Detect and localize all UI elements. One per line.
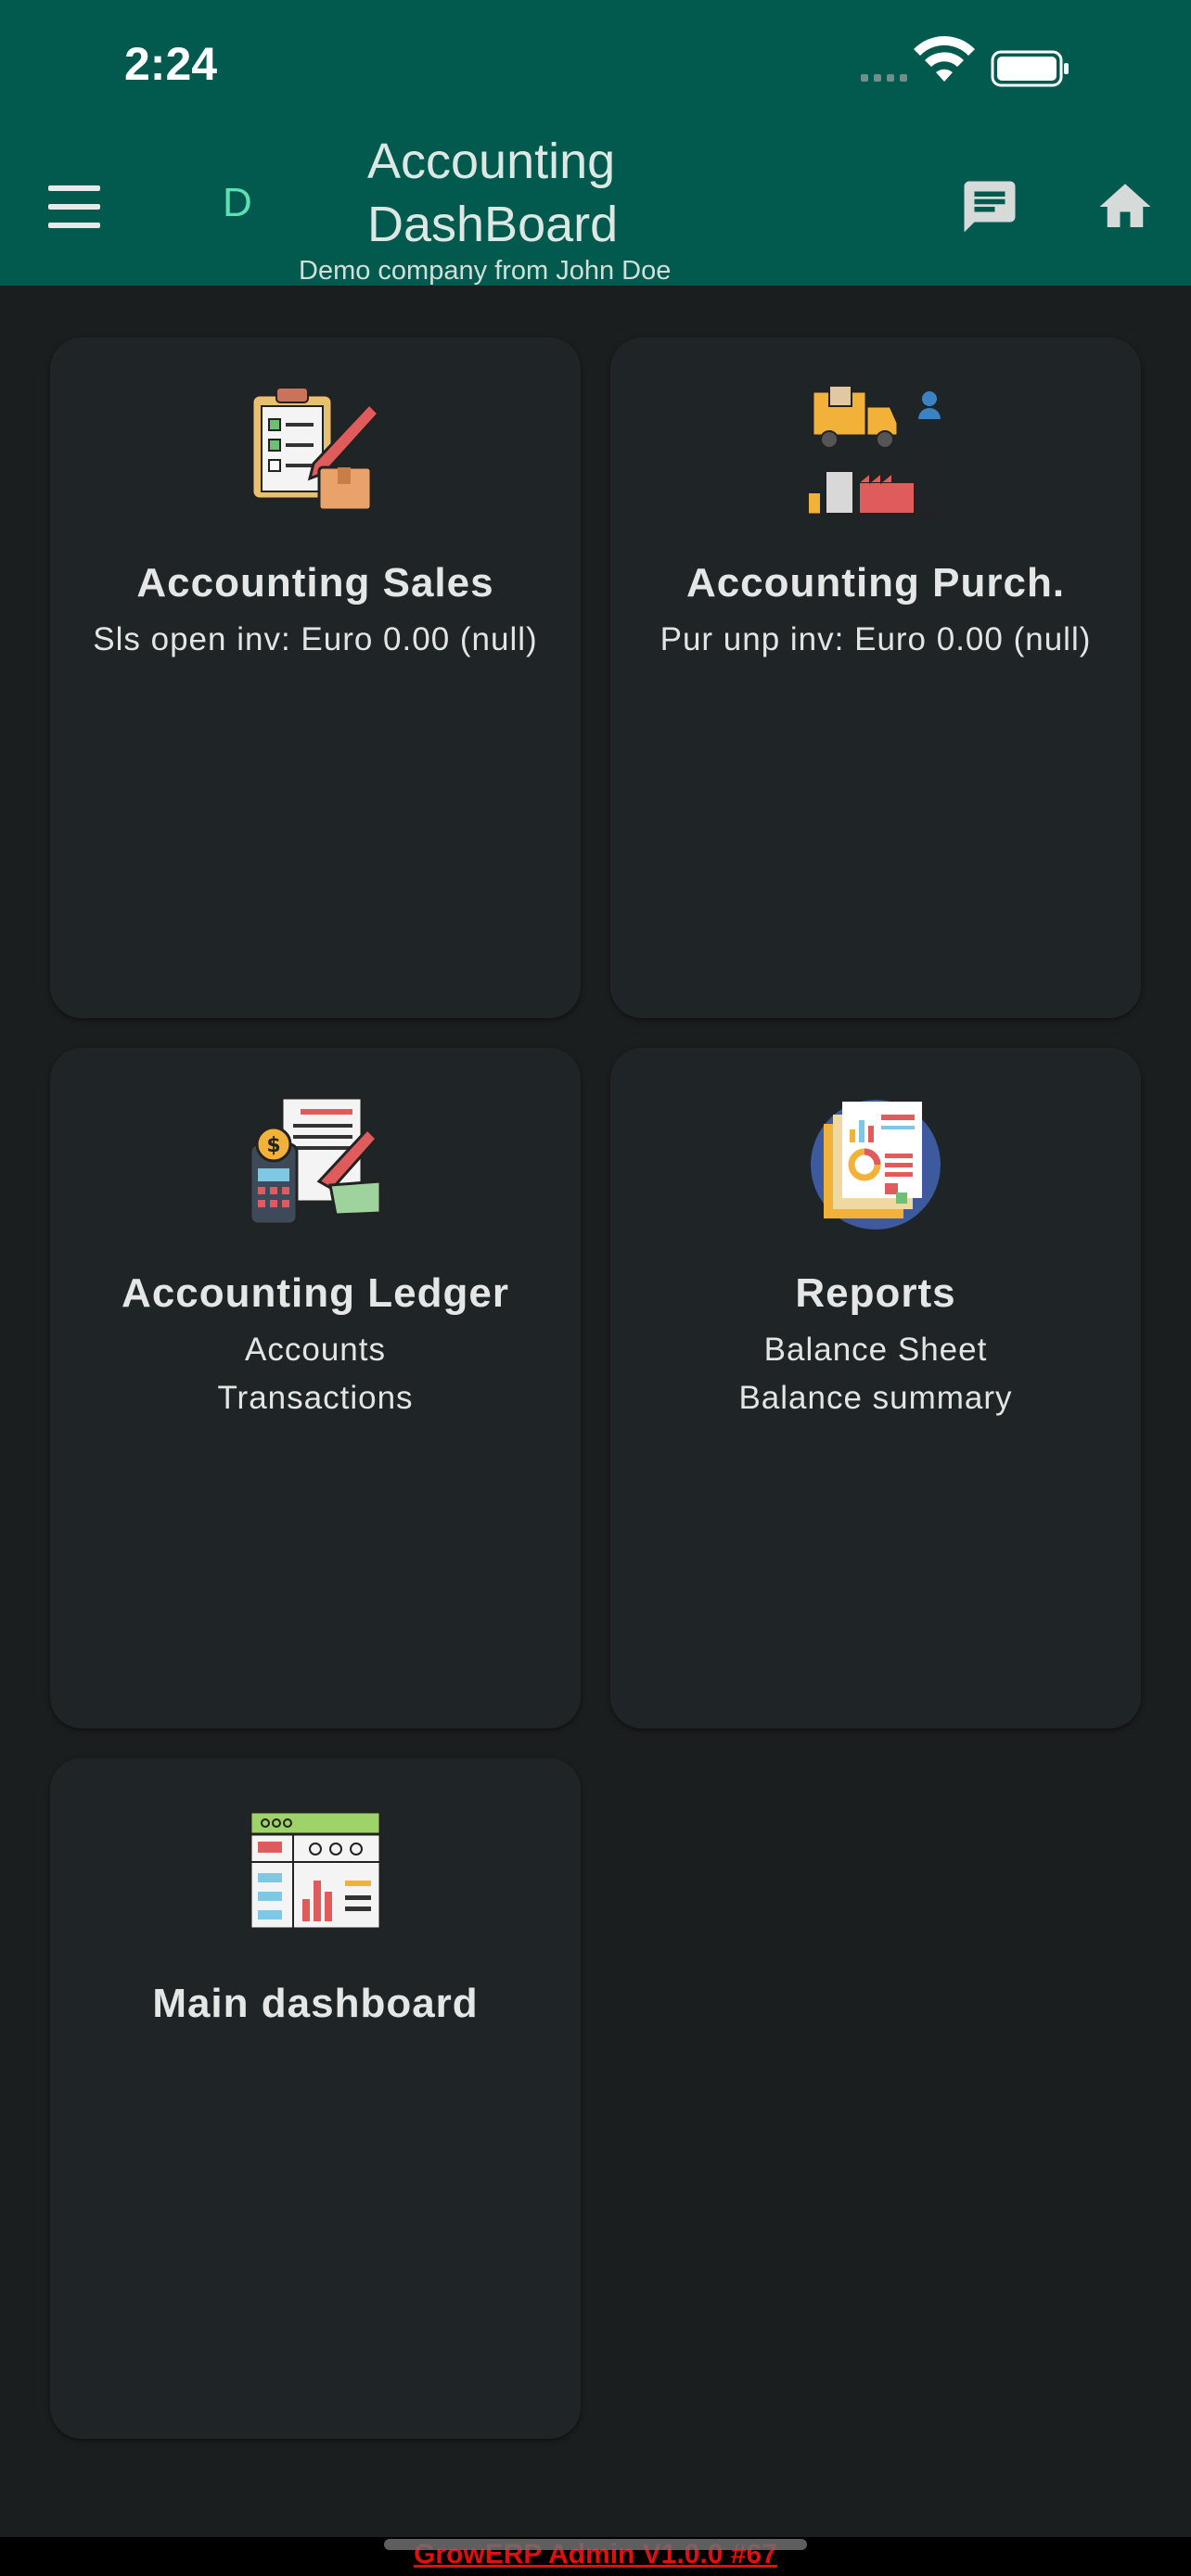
menu-icon[interactable]: [48, 185, 104, 230]
card-line: Accounts: [245, 1332, 386, 1368]
card-accounting-purchase[interactable]: Accounting Purch. Pur unp inv: Euro 0.00…: [610, 338, 1141, 1018]
status-bar: 2:24: [0, 0, 1191, 130]
status-icons: [861, 36, 1069, 87]
card-title: Main dashboard: [152, 1981, 479, 2026]
ledger-calculator-icon: $: [249, 1096, 382, 1226]
card-accounting-ledger[interactable]: $ Accounting Ledger Accounts Transaction…: [50, 1048, 581, 1728]
page-title: Accounting DashBoard: [367, 134, 619, 252]
status-time: 2:24: [124, 38, 218, 90]
card-line: Pur unp inv: Euro 0.00 (null): [660, 621, 1092, 657]
delivery-truck-factory-icon: [807, 385, 944, 516]
report-chart-icon: [811, 1100, 941, 1230]
chat-icon[interactable]: [959, 176, 1020, 237]
clipboard-checklist-icon: [250, 387, 381, 512]
svg-text:$: $: [266, 1134, 280, 1157]
card-accounting-sales[interactable]: Accounting Sales Sls open inv: Euro 0.00…: [50, 338, 581, 1018]
card-title: Accounting Purch.: [685, 560, 1066, 606]
card-title: Accounting Ledger: [122, 1270, 509, 1316]
cellular-signal-icon: [861, 74, 907, 82]
wifi-icon: [914, 36, 975, 82]
card-line: Balance summary: [738, 1380, 1013, 1416]
battery-icon: [991, 50, 1069, 87]
card-line: Sls open inv: Euro 0.00 (null): [93, 621, 538, 657]
page-subtitle: Demo company from John Doe: [299, 256, 672, 286]
app-bar: D Accounting DashBoard Demo company from…: [0, 130, 1191, 286]
card-title: Accounting Sales: [136, 560, 494, 606]
home-icon[interactable]: [1093, 176, 1158, 237]
card-line: Transactions: [217, 1380, 414, 1416]
card-line: Balance Sheet: [763, 1332, 988, 1368]
home-indicator[interactable]: [384, 2539, 807, 2550]
card-main-dashboard[interactable]: Main dashboard: [50, 1758, 581, 2439]
card-reports[interactable]: Reports Balance Sheet Balance summary: [610, 1048, 1141, 1728]
company-avatar[interactable]: D: [223, 180, 252, 226]
card-title: Reports: [795, 1270, 956, 1316]
dashboard-panel-icon: [249, 1810, 382, 1931]
